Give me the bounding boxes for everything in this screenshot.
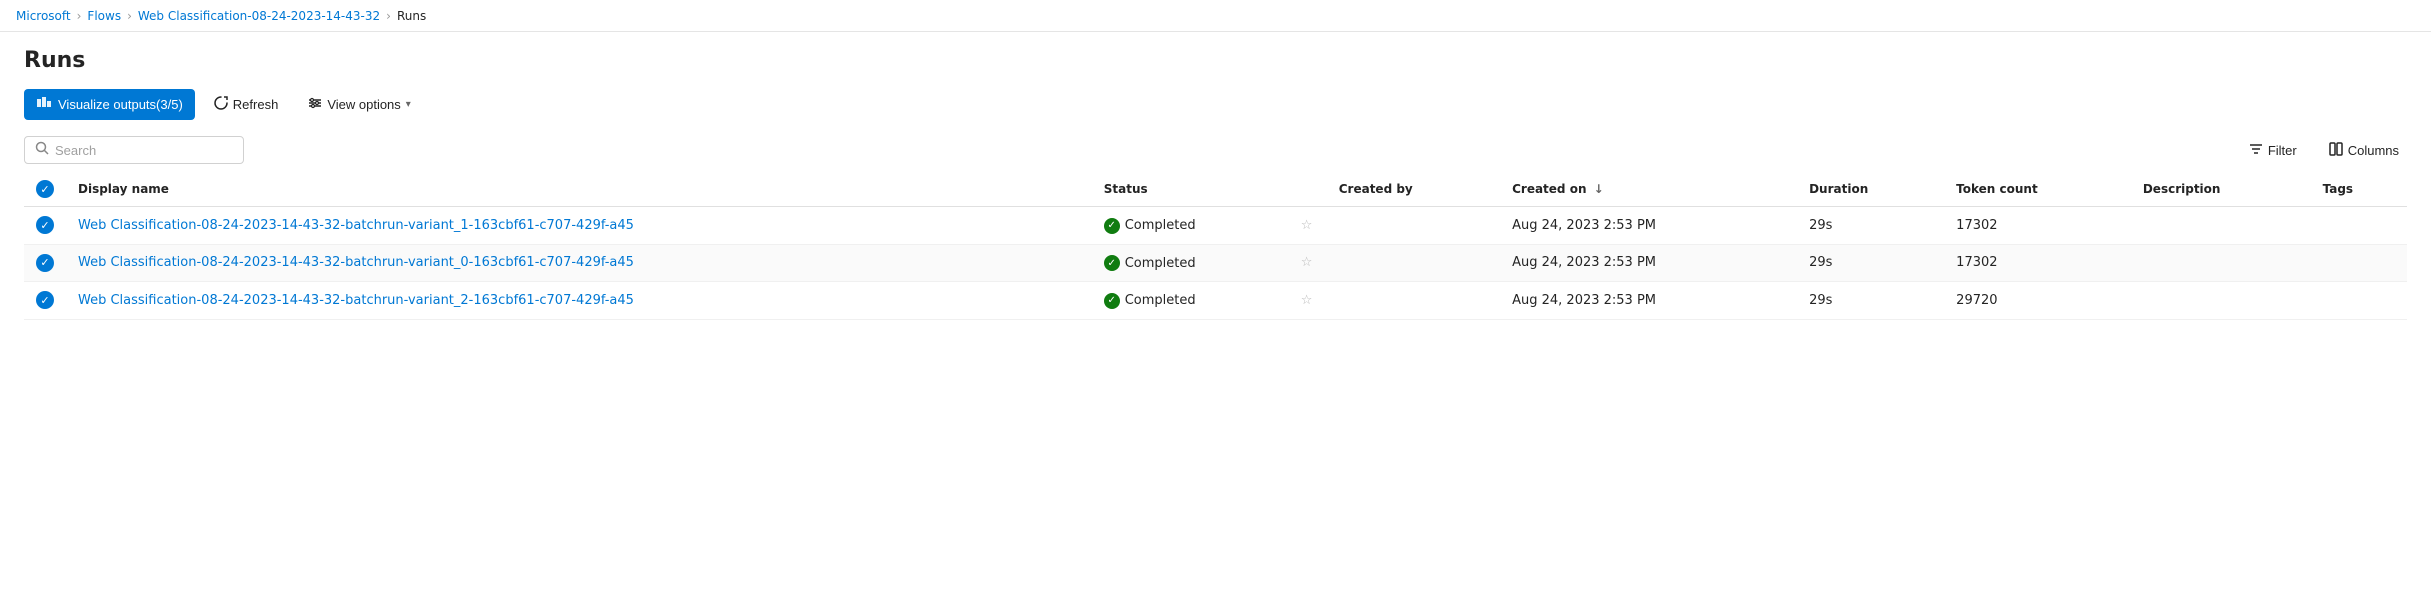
row-token-count: 29720 [1944,282,2131,320]
row-checked-icon[interactable]: ✓ [36,291,54,309]
header-tags: Tags [2311,172,2407,207]
row-favorite[interactable]: ☆ [1297,207,1327,245]
refresh-label: Refresh [233,97,279,112]
row-checkbox-cell[interactable]: ✓ [24,244,66,282]
row-status: ✓ Completed [1092,282,1297,320]
breadcrumb-microsoft[interactable]: Microsoft [16,9,71,23]
breadcrumb-flows[interactable]: Flows [87,9,121,23]
row-duration: 29s [1797,244,1944,282]
breadcrumb-current: Runs [397,9,426,23]
breadcrumb-sep-1: › [77,9,82,23]
row-created-by [1327,207,1500,245]
row-checkbox-cell[interactable]: ✓ [24,207,66,245]
search-filter-row: Filter Columns [24,136,2407,164]
status-label: Completed [1125,293,1196,308]
view-options-icon [308,96,322,113]
refresh-button[interactable]: Refresh [203,90,290,119]
view-options-chevron-icon: ▾ [406,99,411,110]
search-input[interactable] [55,143,233,158]
columns-icon [2329,142,2343,159]
view-options-button[interactable]: View options ▾ [297,90,422,119]
header-token-count: Token count [1944,172,2131,207]
row-favorite[interactable]: ☆ [1297,244,1327,282]
visualize-icon [36,95,52,114]
row-checked-icon[interactable]: ✓ [36,216,54,234]
row-checkbox-cell[interactable]: ✓ [24,282,66,320]
table-row: ✓ Web Classification-08-24-2023-14-43-32… [24,282,2407,320]
row-display-name[interactable]: Web Classification-08-24-2023-14-43-32-b… [66,207,1092,245]
status-label: Completed [1125,218,1196,233]
row-status: ✓ Completed [1092,207,1297,245]
row-token-count: 17302 [1944,207,2131,245]
row-description [2131,244,2311,282]
breadcrumb-flow-name[interactable]: Web Classification-08-24-2023-14-43-32 [138,9,380,23]
status-badge: ✓ Completed [1104,293,1196,309]
breadcrumb-sep-2: › [127,9,132,23]
row-created-by [1327,244,1500,282]
row-description [2131,207,2311,245]
run-name-link[interactable]: Web Classification-08-24-2023-14-43-32-b… [78,293,634,308]
favorite-star-icon[interactable]: ☆ [1301,255,1313,270]
breadcrumb: Microsoft › Flows › Web Classification-0… [0,0,2431,32]
breadcrumb-sep-3: › [386,9,391,23]
status-badge: ✓ Completed [1104,255,1196,271]
toolbar: Visualize outputs(3/5) Refresh [24,89,2407,120]
filter-label: Filter [2268,143,2297,158]
row-tags [2311,207,2407,245]
main-content: Runs Visualize outputs(3/5) Refresh [0,32,2431,336]
row-display-name[interactable]: Web Classification-08-24-2023-14-43-32-b… [66,244,1092,282]
row-tags [2311,244,2407,282]
filter-icon [2249,142,2263,159]
header-description: Description [2131,172,2311,207]
header-created-by: Created by [1327,172,1500,207]
visualize-outputs-button[interactable]: Visualize outputs(3/5) [24,89,195,120]
header-status: Status [1092,172,1297,207]
visualize-label: Visualize outputs(3/5) [58,97,183,112]
row-created-by [1327,282,1500,320]
status-completed-icon: ✓ [1104,293,1120,309]
columns-label: Columns [2348,143,2399,158]
row-display-name[interactable]: Web Classification-08-24-2023-14-43-32-b… [66,282,1092,320]
columns-button[interactable]: Columns [2321,138,2407,163]
row-duration: 29s [1797,282,1944,320]
runs-table: ✓ Display name Status Created by Created… [24,172,2407,320]
table-header: ✓ Display name Status Created by Created… [24,172,2407,207]
row-token-count: 17302 [1944,244,2131,282]
row-created-on: Aug 24, 2023 2:53 PM [1500,282,1797,320]
header-favorite [1297,172,1327,207]
header-created-on[interactable]: Created on ↓ [1500,172,1797,207]
header-display-name: Display name [66,172,1092,207]
header-checkbox-icon[interactable]: ✓ [36,180,54,198]
favorite-star-icon[interactable]: ☆ [1301,293,1313,308]
search-icon [35,141,49,159]
status-completed-icon: ✓ [1104,218,1120,234]
run-name-link[interactable]: Web Classification-08-24-2023-14-43-32-b… [78,255,634,270]
favorite-star-icon[interactable]: ☆ [1301,218,1313,233]
filter-columns-group: Filter Columns [2241,138,2407,163]
status-label: Completed [1125,256,1196,271]
row-status: ✓ Completed [1092,244,1297,282]
run-name-link[interactable]: Web Classification-08-24-2023-14-43-32-b… [78,218,634,233]
status-completed-icon: ✓ [1104,255,1120,271]
row-checked-icon[interactable]: ✓ [36,254,54,272]
table-body: ✓ Web Classification-08-24-2023-14-43-32… [24,207,2407,320]
refresh-icon [214,96,228,113]
row-tags [2311,282,2407,320]
row-duration: 29s [1797,207,1944,245]
table-row: ✓ Web Classification-08-24-2023-14-43-32… [24,244,2407,282]
row-created-on: Aug 24, 2023 2:53 PM [1500,244,1797,282]
status-badge: ✓ Completed [1104,218,1196,234]
search-box[interactable] [24,136,244,164]
table-row: ✓ Web Classification-08-24-2023-14-43-32… [24,207,2407,245]
row-description [2131,282,2311,320]
row-created-on: Aug 24, 2023 2:53 PM [1500,207,1797,245]
sort-arrow-icon: ↓ [1594,182,1604,196]
row-favorite[interactable]: ☆ [1297,282,1327,320]
header-checkbox-cell[interactable]: ✓ [24,172,66,207]
filter-button[interactable]: Filter [2241,138,2305,163]
header-duration: Duration [1797,172,1944,207]
view-options-label: View options [327,97,400,112]
page-title: Runs [24,48,2407,73]
